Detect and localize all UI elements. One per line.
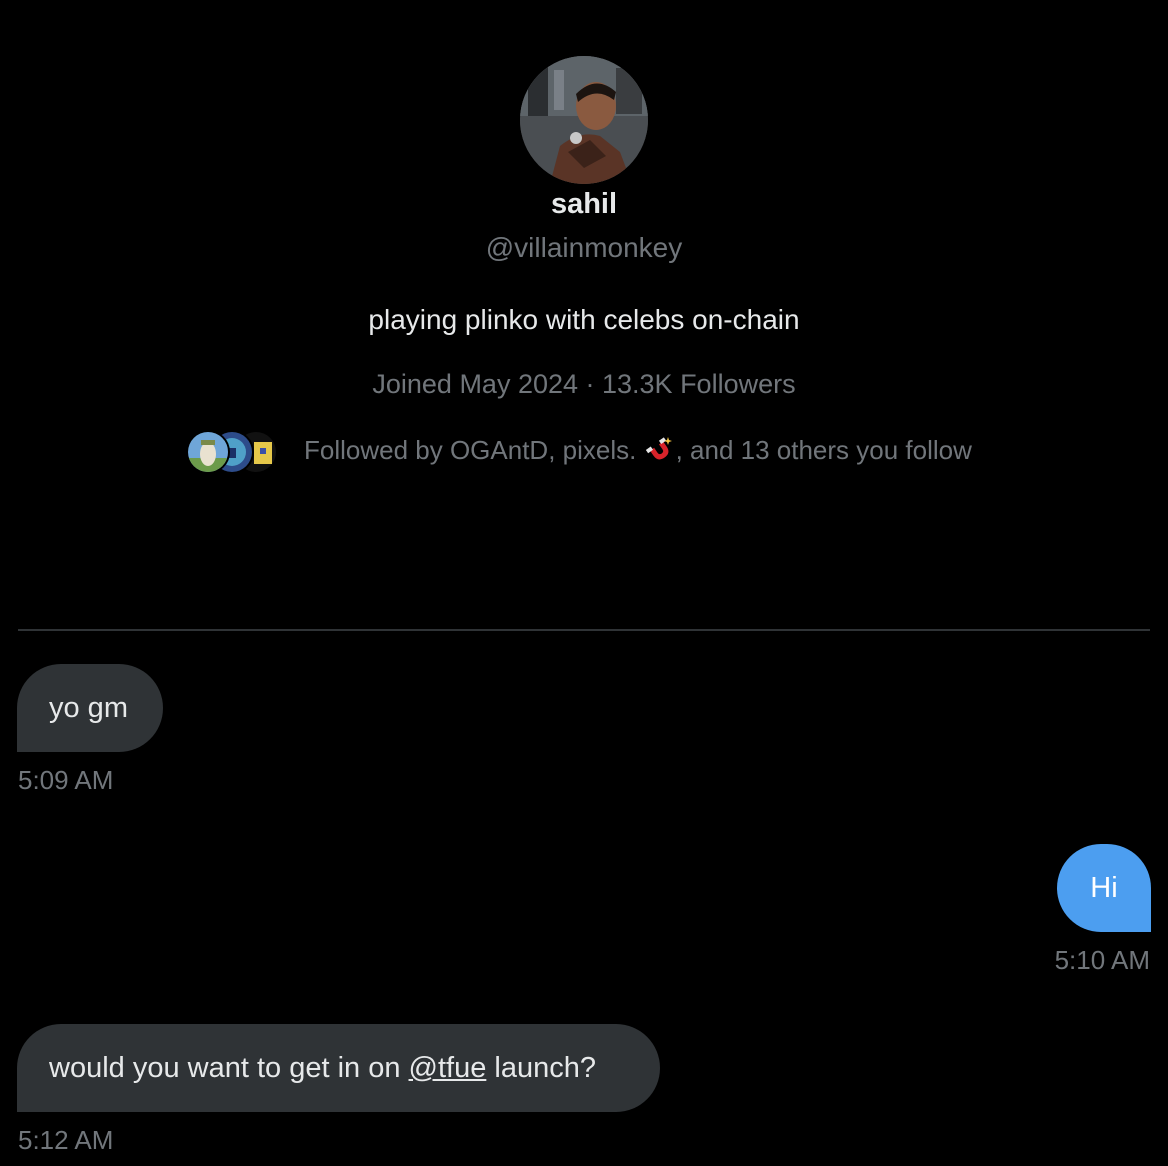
header-divider xyxy=(18,629,1150,631)
message-text-before: would you want to get in on xyxy=(49,1052,409,1084)
message-text: Hi xyxy=(1090,872,1118,904)
message-timestamp: 5:10 AM xyxy=(1054,945,1150,975)
message-bubble-outgoing[interactable]: Hi xyxy=(1057,844,1151,932)
message-bubble-incoming[interactable]: yo gm xyxy=(17,664,163,752)
mention-link[interactable]: @tfue xyxy=(409,1052,487,1084)
message-timestamp: 5:09 AM xyxy=(18,765,114,795)
profile-avatar[interactable] xyxy=(520,56,648,184)
followed-by-text: Followed by OGAntD, pixels. , and 13 oth… xyxy=(304,432,972,468)
profile-bio: playing plinko with celebs on-chain xyxy=(368,304,800,335)
message-text-after: launch? xyxy=(486,1052,596,1084)
message-timestamp: 5:12 AM xyxy=(18,1125,114,1155)
followed-by-prefix: Followed by OGAntD, pixels. xyxy=(304,435,644,465)
followed-by-row[interactable]: Followed by OGAntD, pixels. , and 13 oth… xyxy=(186,426,972,474)
follower-avatar xyxy=(186,430,230,474)
profile-meta: Joined May 2024 · 13.3K Followers xyxy=(372,369,796,399)
message-bubble-incoming[interactable]: would you want to get in on @tfue launch… xyxy=(17,1024,660,1112)
magnet-icon xyxy=(645,437,672,460)
profile-handle[interactable]: @villainmonkey xyxy=(0,230,1168,266)
message-text: yo gm xyxy=(49,692,128,724)
profile-display-name[interactable]: sahil xyxy=(0,186,1168,222)
followed-by-suffix: , and 13 others you follow xyxy=(675,435,972,465)
dm-conversation: sahil @villainmonkey playing plinko with… xyxy=(0,0,1168,1166)
followed-by-avatars xyxy=(186,426,282,474)
message-text: would you want to get in on @tfue launch… xyxy=(49,1050,596,1086)
